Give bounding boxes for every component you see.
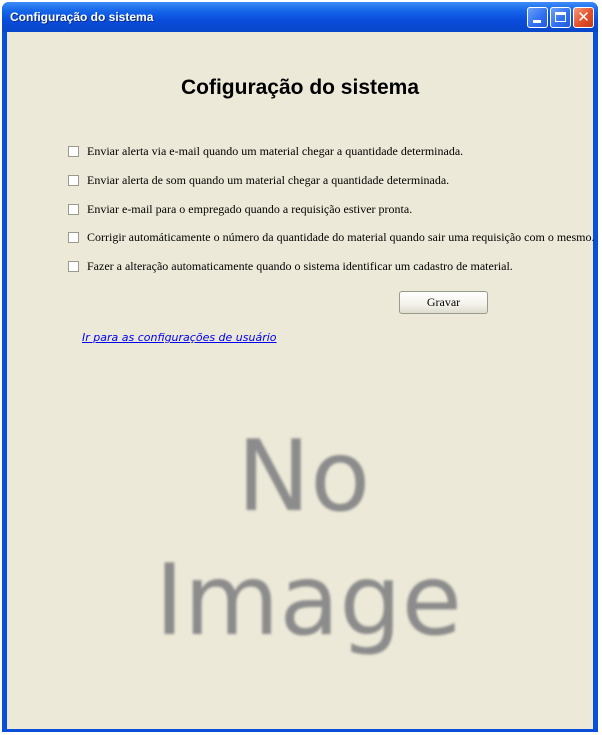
option-label: Corrigir automáticamente o número da qua… — [87, 229, 595, 244]
maximize-button[interactable] — [550, 7, 571, 28]
option-label: Enviar e-mail para o empregado quando a … — [87, 201, 413, 216]
no-image-text-line2: Image — [155, 544, 462, 658]
no-image-placeholder: No Image — [137, 410, 467, 660]
minimize-button[interactable] — [527, 7, 548, 28]
title-bar[interactable]: Configuração do sistema ✕ — [2, 2, 598, 32]
option-sound-alert[interactable]: Enviar alerta de som quando um material … — [68, 172, 449, 188]
option-employee-email[interactable]: Enviar e-mail para o empregado quando a … — [68, 201, 412, 217]
checkbox-auto-correct-quantity[interactable] — [68, 231, 79, 243]
close-button[interactable]: ✕ — [573, 7, 594, 28]
maximize-icon — [555, 12, 566, 22]
settings-panel: Cofiguração do sistema Enviar alerta via… — [7, 32, 595, 729]
option-label: Enviar alerta de som quando um material … — [87, 172, 450, 187]
option-email-alert[interactable]: Enviar alerta via e-mail quando um mater… — [68, 143, 463, 159]
option-auto-update-material[interactable]: Fazer a alteração automaticamente quando… — [68, 258, 513, 274]
checkbox-sound-alert[interactable] — [68, 174, 79, 186]
app-window: Configuração do sistema ✕ Cofiguração do… — [2, 2, 598, 732]
close-icon: ✕ — [577, 8, 590, 26]
checkbox-employee-email[interactable] — [68, 203, 79, 215]
checkbox-auto-update-material[interactable] — [68, 260, 79, 272]
page-title: Cofiguração do sistema — [180, 76, 420, 99]
option-label: Fazer a alteração automaticamente quando… — [87, 258, 513, 273]
option-auto-correct-quantity[interactable]: Corrigir automáticamente o número da qua… — [68, 229, 595, 245]
user-settings-link[interactable]: Ir para as configurações de usuário — [82, 331, 277, 344]
save-button[interactable]: Gravar — [399, 291, 488, 314]
minimize-icon — [533, 20, 541, 23]
window-title: Configuração do sistema — [10, 10, 154, 24]
checkbox-email-alert[interactable] — [68, 145, 79, 157]
no-image-text-line1: No — [237, 420, 371, 534]
option-label: Enviar alerta via e-mail quando um mater… — [87, 143, 464, 158]
